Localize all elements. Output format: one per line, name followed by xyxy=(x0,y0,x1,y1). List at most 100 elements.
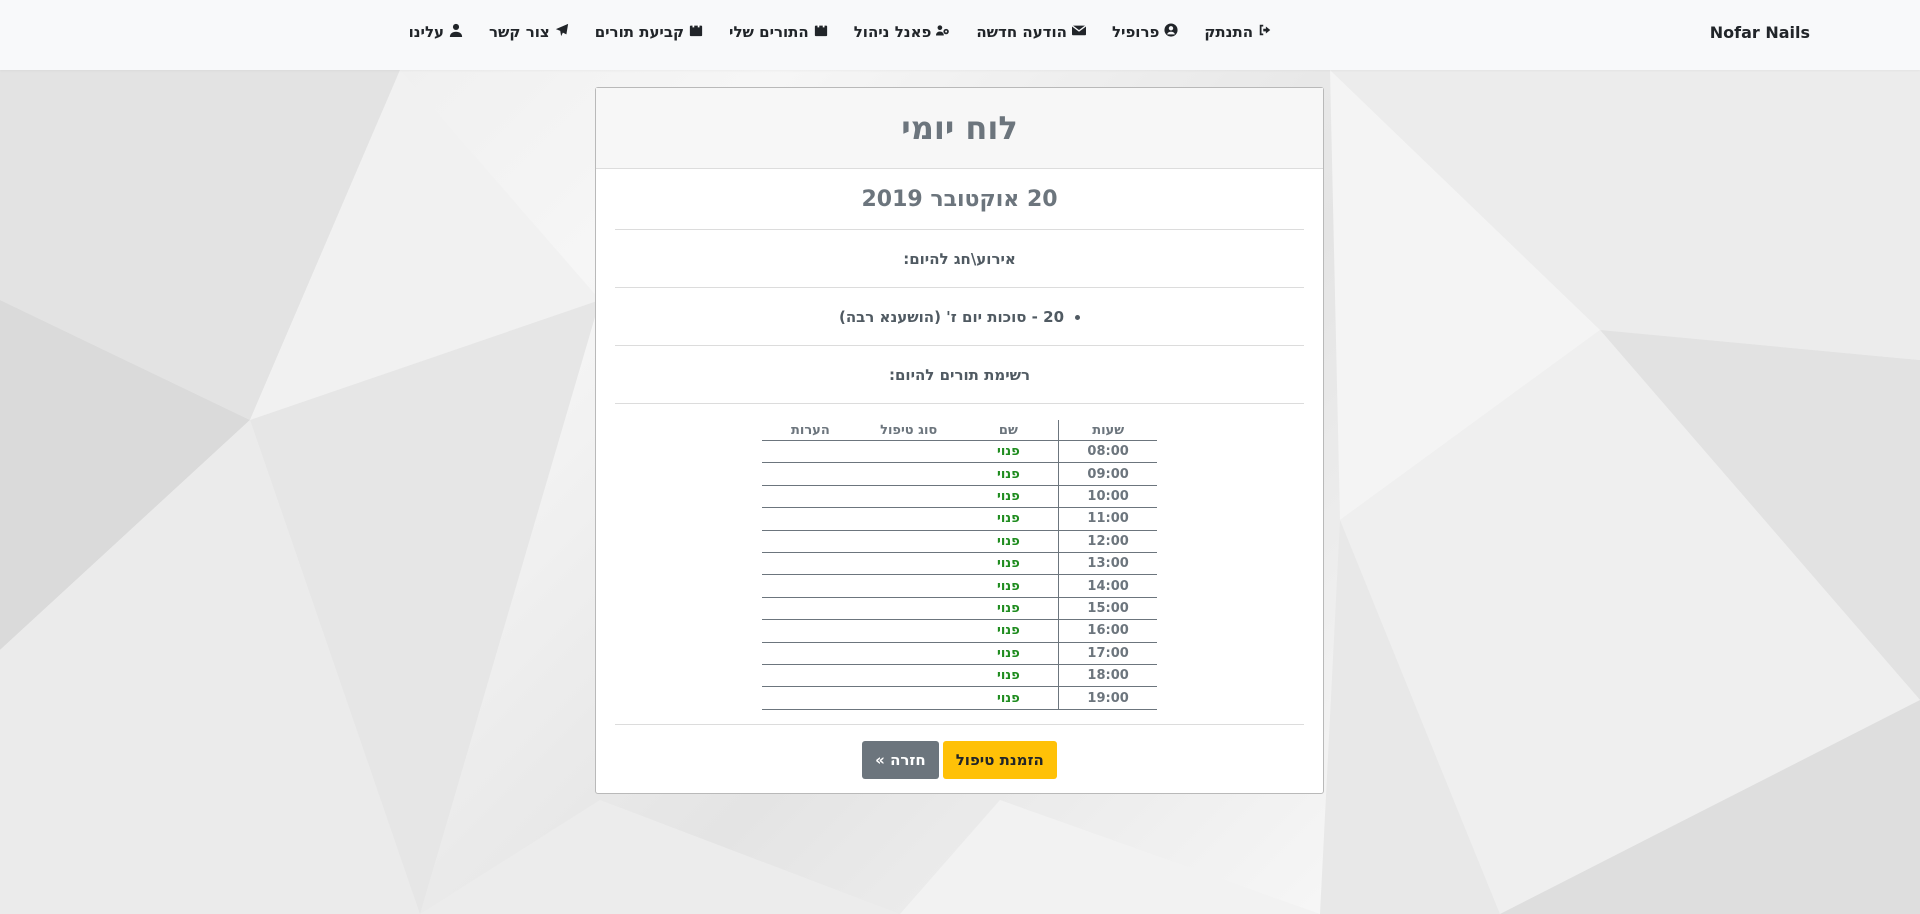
daily-schedule-card: לוח יומי 20 אוקטובר 2019 אירוע\חג להיום:… xyxy=(595,87,1324,794)
header-time: שעות xyxy=(1058,420,1157,441)
cell-name: פנוי xyxy=(958,619,1059,643)
cell-notes xyxy=(762,552,859,576)
cell-notes xyxy=(762,485,859,509)
cell-type xyxy=(858,485,959,509)
user-circle-icon xyxy=(1164,23,1178,41)
nav-item-about[interactable]: עלינו xyxy=(409,23,463,41)
schedule-date: 20 אוקטובר 2019 xyxy=(615,169,1304,230)
cell-time: 08:00 xyxy=(1058,440,1157,464)
cell-type xyxy=(858,619,959,643)
table-header-row: שעות שם סוג טיפול הערות xyxy=(762,420,1157,441)
cell-type xyxy=(858,507,959,531)
table-row: 17:00 פנוי xyxy=(762,642,1157,666)
cell-name: פנוי xyxy=(958,462,1059,486)
user-icon xyxy=(449,23,463,41)
cell-notes xyxy=(762,462,859,486)
table-row: 16:00 פנוי xyxy=(762,619,1157,643)
nav-item-profile[interactable]: פרופיל xyxy=(1112,23,1178,41)
nav-item-contact[interactable]: צור קשר xyxy=(489,23,569,41)
nav-label: הודעה חדשה xyxy=(976,23,1067,41)
cell-notes xyxy=(762,507,859,531)
cell-notes xyxy=(762,440,859,464)
book-treatment-button[interactable]: הזמנת טיפול xyxy=(942,741,1057,779)
table-row: 15:00 פנוי xyxy=(762,597,1157,621)
nav-label: פאנל ניהול xyxy=(853,23,932,41)
cell-type xyxy=(858,440,959,464)
table-row: 10:00 פנוי xyxy=(762,485,1157,509)
calendar-icon xyxy=(689,23,703,41)
top-navbar: Nofar Nails עלינו צור קשר קביעת תורים הת… xyxy=(0,0,1920,70)
paper-plane-icon xyxy=(555,23,569,41)
cell-time: 11:00 xyxy=(1058,507,1157,531)
cell-name: פנוי xyxy=(958,597,1059,621)
cell-name: פנוי xyxy=(958,642,1059,666)
cell-name: פנוי xyxy=(958,552,1059,576)
table-row: 09:00 פנוי xyxy=(762,462,1157,486)
sign-out-icon xyxy=(1258,23,1272,41)
table-row: 19:00 פנוי xyxy=(762,686,1157,710)
cell-type xyxy=(858,686,959,710)
page-title: לוח יומי xyxy=(901,109,1018,147)
cell-time: 09:00 xyxy=(1058,462,1157,486)
cell-time: 14:00 xyxy=(1058,574,1157,598)
nav-item-admin-panel[interactable]: פאנל ניהול xyxy=(854,23,951,41)
cell-type xyxy=(858,664,959,688)
events-section: 20 - סוכות יום ז' (הושענא רבה) xyxy=(615,288,1304,346)
card-header: לוח יומי xyxy=(596,88,1323,169)
cell-notes xyxy=(762,597,859,621)
appointments-heading: רשימת תורים להיום: xyxy=(615,346,1304,404)
cell-time: 17:00 xyxy=(1058,642,1157,666)
nav-label: קביעת תורים xyxy=(594,23,685,41)
cell-name: פנוי xyxy=(958,530,1059,554)
nav-item-book-appointments[interactable]: קביעת תורים xyxy=(595,23,703,41)
header-type: סוג טיפול xyxy=(858,420,959,441)
nav-item-my-appointments[interactable]: התורים שלי xyxy=(729,23,828,41)
table-row: 08:00 פנוי xyxy=(762,440,1157,464)
list-item: 20 - סוכות יום ז' (הושענא רבה) xyxy=(839,308,1064,326)
nav-label: צור קשר xyxy=(489,23,550,41)
cell-time: 15:00 xyxy=(1058,597,1157,621)
table-row: 12:00 פנוי xyxy=(762,530,1157,554)
cell-name: פנוי xyxy=(958,507,1059,531)
table-row: 13:00 פנוי xyxy=(762,552,1157,576)
cell-type xyxy=(858,552,959,576)
cell-notes xyxy=(762,686,859,710)
cell-type xyxy=(858,597,959,621)
cell-time: 10:00 xyxy=(1058,485,1157,509)
nav-label: התורים שלי xyxy=(729,23,809,41)
table-row: 18:00 פנוי xyxy=(762,664,1157,688)
action-buttons: הזמנת טיפול חזרה » xyxy=(596,741,1323,779)
cell-notes xyxy=(762,642,859,666)
cell-time: 13:00 xyxy=(1058,552,1157,576)
calendar-icon xyxy=(814,23,828,41)
main-nav: עלינו צור קשר קביעת תורים התורים שלי פאנ… xyxy=(383,23,1272,41)
nav-item-logout[interactable]: התנתק xyxy=(1204,23,1272,41)
cell-type xyxy=(858,530,959,554)
cell-notes xyxy=(762,619,859,643)
nav-label: פרופיל xyxy=(1111,23,1160,41)
cell-name: פנוי xyxy=(958,664,1059,688)
cell-time: 18:00 xyxy=(1058,664,1157,688)
table-row: 11:00 פנוי xyxy=(762,507,1157,531)
nav-label: עלינו xyxy=(408,23,445,41)
cell-time: 16:00 xyxy=(1058,619,1157,643)
nav-item-new-message[interactable]: הודעה חדשה xyxy=(976,23,1087,41)
cell-type xyxy=(858,642,959,666)
events-heading: אירוע\חג להיום: xyxy=(615,230,1304,288)
nav-label: התנתק xyxy=(1204,23,1253,41)
header-name: שם xyxy=(958,420,1059,441)
envelope-icon xyxy=(1071,23,1087,41)
cell-type xyxy=(858,574,959,598)
cell-name: פנוי xyxy=(958,440,1059,464)
cell-notes xyxy=(762,530,859,554)
appointments-table: שעות שם סוג טיפול הערות 08:00 פנוי 09:00 פנ… xyxy=(762,420,1157,710)
brand-logo[interactable]: Nofar Nails xyxy=(1710,23,1810,42)
cell-notes xyxy=(762,574,859,598)
header-notes: הערות xyxy=(762,420,859,441)
back-button[interactable]: חזרה » xyxy=(862,741,939,779)
cell-name: פנוי xyxy=(958,574,1059,598)
appointments-table-wrap: שעות שם סוג טיפול הערות 08:00 פנוי 09:00 פנ… xyxy=(615,404,1304,725)
cell-time: 19:00 xyxy=(1058,686,1157,710)
cell-type xyxy=(858,462,959,486)
users-cog-icon xyxy=(936,23,950,41)
